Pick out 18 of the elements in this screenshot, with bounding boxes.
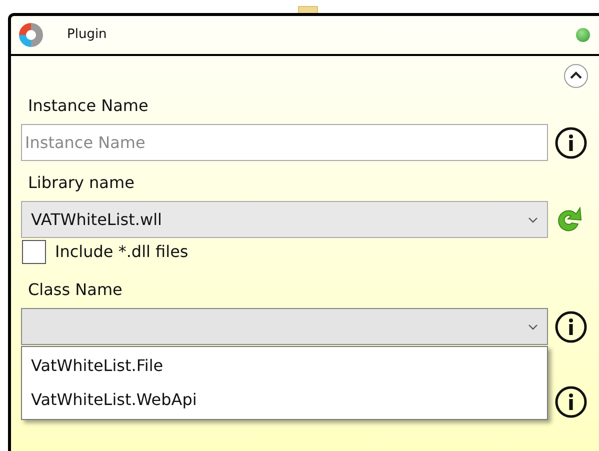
app-logo-icon: [17, 21, 45, 49]
field-label: Class Name: [28, 279, 124, 301]
chevron-down-icon: [528, 216, 538, 222]
window-title: Plugin: [67, 26, 107, 44]
collapse-icon[interactable]: [563, 63, 589, 89]
include-dll-checkbox[interactable]: [22, 240, 46, 264]
field-label: Library name: [28, 172, 136, 194]
info-icon[interactable]: [554, 310, 588, 344]
instance-name-field[interactable]: Instance Name: [21, 124, 548, 161]
field-label: Instance Name: [28, 95, 150, 117]
checkbox-label: Include *.dll files: [55, 241, 188, 263]
class-name-dropdown[interactable]: [21, 308, 548, 345]
dropdown-option[interactable]: VatWhiteList.File: [22, 349, 547, 383]
library-name-dropdown[interactable]: VATWhiteList.wll: [21, 201, 548, 238]
dropdown-option[interactable]: VatWhiteList.WebApi: [22, 383, 547, 417]
info-icon[interactable]: [554, 126, 588, 160]
chevron-down-icon: [528, 324, 538, 330]
info-icon[interactable]: [554, 384, 588, 418]
